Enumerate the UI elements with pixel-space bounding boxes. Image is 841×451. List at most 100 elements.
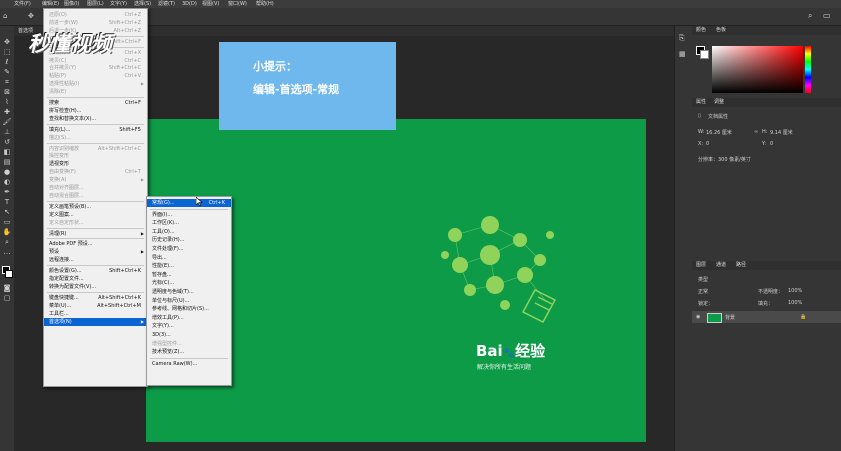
menu-item[interactable]: 指定配置文件... — [44, 275, 147, 283]
history-panel-icon[interactable]: ⎘ — [679, 34, 685, 43]
menu-item[interactable]: 前进一步(W) Shift+Ctrl+Z — [44, 19, 147, 27]
crop-icon[interactable]: ⌗ — [2, 78, 12, 86]
menu-item[interactable]: 远程连接... — [44, 256, 147, 264]
x-value[interactable]: 0 — [706, 141, 709, 147]
menu-item[interactable]: 合并拷贝(Y) Shift+Ctrl+C — [44, 64, 147, 72]
menu-item[interactable]: 自动对齐图层... — [44, 184, 147, 192]
menubar-item[interactable]: 窗口(W) — [228, 0, 247, 8]
menubar-item[interactable]: 文字(Y) — [110, 0, 127, 8]
libraries-panel-icon[interactable]: ▦ — [679, 50, 686, 58]
menu-item[interactable]: 清除(E) — [44, 88, 147, 96]
marquee-icon[interactable]: ⬚ — [2, 48, 12, 56]
menubar-item[interactable]: 滤镜(T) — [158, 0, 175, 8]
menu-item[interactable]: 光标(C)... — [147, 279, 231, 287]
kind-filter[interactable]: 类型 — [698, 276, 708, 283]
menubar-item[interactable]: 文件(F) — [14, 0, 31, 8]
menu-item[interactable]: 首选项(N) ▶ — [44, 317, 147, 326]
move-tool-icon[interactable]: ✥ — [28, 12, 34, 20]
blend-mode-select[interactable]: 正常 — [698, 288, 708, 295]
zoom-icon[interactable]: ⌕ — [2, 238, 12, 246]
menu-item[interactable]: Adobe PDF 预设... — [44, 240, 147, 248]
menu-item[interactable]: 粘贴(P) Ctrl+V — [44, 72, 147, 80]
height-value[interactable]: 9.14 厘米 — [770, 129, 793, 136]
menu-item[interactable]: 工作区(K)... — [147, 219, 231, 227]
menu-item[interactable]: 定义画笔预设(B)... — [44, 203, 147, 211]
dodge-icon[interactable]: ◐ — [2, 178, 12, 186]
tab-swatches[interactable]: 色板 — [716, 26, 726, 35]
menu-item[interactable]: 颜色设置(G)... Shift+Ctrl+K — [44, 267, 147, 275]
menubar-item[interactable]: 帮助(H) — [256, 0, 274, 8]
menu-item[interactable]: 键盘快捷键... Alt+Shift+Ctrl+K — [44, 294, 147, 302]
menu-item[interactable]: 自由变换(F) Ctrl+T — [44, 168, 147, 176]
stamp-icon[interactable]: ⊥ — [2, 128, 12, 136]
menu-item[interactable]: 变换(A) ▶ — [44, 176, 147, 184]
blur-icon[interactable]: ● — [2, 168, 12, 176]
menu-item[interactable]: 工具栏... — [44, 310, 147, 318]
healing-brush-icon[interactable]: ✚ — [2, 108, 12, 116]
tab-channels[interactable]: 通道 — [716, 261, 726, 270]
workspace-icon[interactable]: ▭ — [823, 11, 831, 20]
menubar-item[interactable]: 视图(V) — [202, 0, 219, 8]
menu-item[interactable]: 透明度与色域(T)... — [147, 288, 231, 296]
menu-item[interactable]: 定义自定形状... — [44, 219, 147, 227]
menubar-item[interactable]: 图像(I) — [64, 0, 79, 8]
menu-item[interactable]: 导出... — [147, 254, 231, 262]
menu-item[interactable]: 参考线、网格和切片(S)... — [147, 305, 231, 313]
tab-adjustments[interactable]: 调整 — [714, 98, 724, 107]
menu-item[interactable]: 查找和替换文本(X)... — [44, 115, 147, 123]
menu-item[interactable]: 3D(3)... — [147, 331, 231, 339]
menu-item[interactable]: 描边(S)... — [44, 134, 147, 142]
gradient-icon[interactable]: ▤ — [2, 158, 12, 166]
move-icon[interactable]: ✥ — [2, 38, 12, 46]
menu-item[interactable]: 操控变形 — [44, 152, 147, 160]
menu-item[interactable]: 历史记录(H)... — [147, 236, 231, 244]
quick-select-icon[interactable]: ✎ — [2, 68, 12, 76]
color-field[interactable] — [712, 46, 803, 93]
more-tools-icon[interactable]: … — [2, 248, 12, 256]
frame-icon[interactable]: ⊠ — [2, 88, 12, 96]
hue-slider[interactable] — [805, 46, 811, 93]
search-icon[interactable]: ⌕ — [808, 11, 812, 21]
quick-mask-icon[interactable]: ◙ — [2, 284, 12, 292]
screen-mode-icon[interactable]: ▢ — [2, 294, 12, 302]
history-brush-icon[interactable]: ↺ — [2, 138, 12, 146]
menu-item[interactable]: 单位与标尺(U)... — [147, 297, 231, 305]
menu-item[interactable]: Camera Raw(W)... — [147, 360, 231, 368]
menu-item[interactable]: 增效工具(P)... — [147, 314, 231, 322]
tab-layers[interactable]: 图层 — [696, 261, 706, 270]
menu-item[interactable]: 填充(L)... Shift+F5 — [44, 126, 147, 134]
eraser-icon[interactable]: ◧ — [2, 148, 12, 156]
menubar-item[interactable]: 编辑(E) — [42, 0, 59, 8]
brush-icon[interactable]: 🖌 — [2, 118, 12, 126]
background-color[interactable] — [700, 50, 709, 59]
menubar-item[interactable]: 3D(D) — [182, 0, 197, 8]
menu-item[interactable]: 暂存盘... — [147, 271, 231, 279]
width-value[interactable]: 16.26 厘米 — [706, 129, 732, 136]
menubar-item[interactable]: 选择(S) — [134, 0, 151, 8]
menu-item[interactable]: 菜单(U)... Alt+Shift+Ctrl+M — [44, 302, 147, 310]
eyedropper-icon[interactable]: ⌇ — [2, 98, 12, 106]
menu-item[interactable]: 性能(E)... — [147, 262, 231, 270]
fill-value[interactable]: 100% — [788, 300, 802, 306]
menu-item[interactable]: 拼写检查(H)... — [44, 107, 147, 115]
menu-item[interactable]: 预设 ▶ — [44, 248, 147, 256]
opacity-value[interactable]: 100% — [788, 288, 802, 294]
menu-item[interactable]: 还原(O) Ctrl+Z — [44, 11, 147, 19]
rectangle-icon[interactable]: ▭ — [2, 218, 12, 226]
menu-item[interactable]: 定义图案... — [44, 211, 147, 219]
tab-properties[interactable]: 属性 — [696, 98, 706, 107]
tab-color[interactable]: 颜色 — [696, 26, 706, 35]
tab-paths[interactable]: 路径 — [736, 261, 746, 270]
menu-item[interactable]: 转换为配置文件(V)... — [44, 283, 147, 291]
home-icon[interactable]: ⌂ — [3, 12, 7, 20]
menu-item[interactable]: 选择性粘贴(I) ▶ — [44, 80, 147, 88]
menubar-item[interactable]: 图层(L) — [87, 0, 104, 8]
y-value[interactable]: 0 — [770, 141, 773, 147]
background-color-swatch[interactable] — [5, 270, 13, 278]
menu-item[interactable]: 自动混合图层... — [44, 192, 147, 200]
type-icon[interactable]: T — [2, 198, 12, 206]
layer-name[interactable]: 背景 — [725, 314, 735, 321]
menu-item[interactable]: 常规(G)... Ctrl+K — [147, 199, 231, 207]
menu-item[interactable]: 增强型控件... — [147, 340, 231, 348]
link-icon[interactable]: ∞ — [754, 129, 758, 135]
